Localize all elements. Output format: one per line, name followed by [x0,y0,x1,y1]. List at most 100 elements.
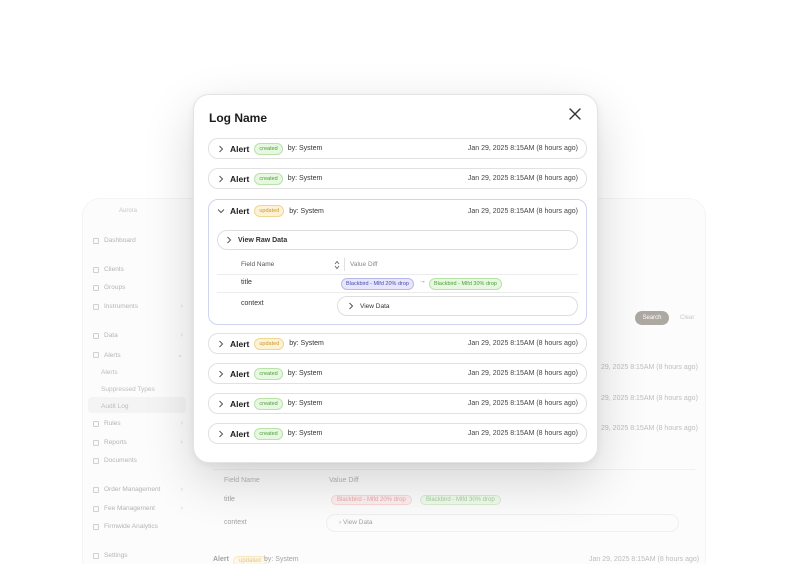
log-modal: Log Name Alert created by: System Jan 29… [193,94,598,463]
status-badge: updated [254,205,285,217]
row-title: Alert [230,206,250,216]
bg-row-badge: updated [233,556,267,564]
modal-title: Log Name [209,111,268,125]
bg-context-label: context [224,519,247,526]
row-timestamp: Jan 29, 2025 8:15AM (8 hours ago) [467,370,578,377]
log-row[interactable]: Alert created by: System Jan 29, 2025 8:… [208,168,587,189]
row-title: Alert [230,428,250,439]
bg-timestamp: 29, 2025 8:15AM (8 hours ago) [601,425,698,432]
bg-sub-alerts: Alerts [101,369,118,376]
sort-icon[interactable] [334,260,340,270]
bg-nav-groups: Groups [93,284,183,291]
row-timestamp: Jan 29, 2025 8:15AM (8 hours ago) [467,145,578,152]
bg-field-name-header: Field Name [224,477,260,484]
status-badge: created [254,367,283,380]
row-timestamp: Jan 29, 2025 8:15AM (8 hours ago) [467,340,578,347]
row-title: Alert [230,398,250,409]
view-raw-data-label: View Raw Data [238,236,288,244]
view-data-button[interactable]: View Data [337,296,578,316]
expanded-row-header[interactable]: Alert updated by: System Jan 29, 2025 8:… [209,200,586,222]
row-title: Alert [230,338,250,349]
bg-search-button: Search [635,311,669,325]
bg-timestamp: 29, 2025 8:15AM (8 hours ago) [601,364,698,371]
bg-row-title: Alert [213,556,229,563]
bg-nav-firmwide-analytics: Firmwide Analytics [93,523,183,530]
old-value-chip: Blackbird - Mlfd 20% drop [341,278,414,290]
status-badge: created [254,172,283,185]
bg-new-value-chip: Blackbird - Mlfd 30% drop [420,495,501,505]
close-icon [569,108,581,120]
row-timestamp: Jan 29, 2025 8:15AM (8 hours ago) [467,175,578,182]
status-badge: updated [254,337,285,350]
row-author: by: System [289,207,324,215]
row-author: by: System [287,175,323,182]
bg-sub-suppressed: Suppressed Types [101,386,155,393]
log-row[interactable]: Alert created by: System Jan 29, 2025 8:… [208,363,587,384]
row-title: Alert [230,368,250,379]
value-diff-header: Value Diff [350,261,378,268]
bg-nav-order-management: Order Management › [93,486,183,493]
bg-nav-settings: Settings [93,552,183,559]
new-value-chip: Blackbird - Mlfd 30% drop [429,278,502,290]
bg-old-value-chip: Blackbird - Mlfd 20% drop [331,495,412,505]
divider [217,292,578,293]
column-divider [344,258,345,271]
bg-sidebar: Aurora Dashboard Clients Groups Instrume… [83,199,193,564]
bg-title-label: title [224,496,235,503]
log-row[interactable]: Alert created by: System Jan 29, 2025 8:… [208,423,587,444]
bg-timestamp: Jan 29, 2025 8:15AM (8 hours ago) [589,556,700,563]
bg-clear-button: Clear [680,315,695,321]
bg-app-logo: Aurora [119,208,138,214]
bg-nav-clients: Clients [93,266,183,273]
expanded-log-row: Alert updated by: System Jan 29, 2025 8:… [208,199,587,325]
row-title: Alert [230,143,250,154]
bg-row-by: by: System [264,556,299,563]
chevron-right-icon [217,175,225,183]
log-row[interactable]: Alert updated by: System Jan 29, 2025 8:… [208,333,587,354]
field-title-label: title [241,279,252,286]
row-author: by: System [289,340,324,347]
bg-nav-alerts: Alerts ⌄ [93,351,183,359]
row-title: Alert [230,173,250,184]
chevron-right-icon [217,370,225,378]
row-author: by: System [287,145,323,152]
bg-nav-instruments: Instruments › [93,303,183,310]
bg-view-data-button: › View Data [326,514,679,532]
chevron-right-icon [225,236,233,244]
chevron-right-icon [217,145,225,153]
row-timestamp: Jan 29, 2025 8:15AM (8 hours ago) [467,207,578,215]
close-button[interactable] [567,106,583,122]
bg-nav-reports: Reports › [93,439,183,446]
status-badge: created [254,397,283,410]
bg-sub-audit-log: Audit Log [101,403,129,410]
chevron-right-icon [217,400,225,408]
bg-divider [213,469,695,470]
chevron-right-icon [217,430,225,438]
bg-timestamp: 29, 2025 8:15AM (8 hours ago) [601,395,698,402]
status-badge: created [254,142,283,155]
chevron-down-icon [217,207,225,215]
row-author: by: System [287,370,323,377]
arrow-right-icon: → [419,278,426,285]
bg-nav-documents: Documents [93,457,183,464]
bg-nav-fee-management: Fee Management › [93,505,183,512]
row-author: by: System [287,430,323,437]
view-raw-data-button[interactable]: View Raw Data [217,230,578,250]
view-data-label: View Data [360,302,390,310]
bg-nav-rules: Rules › [93,420,183,427]
log-row[interactable]: Alert created by: System Jan 29, 2025 8:… [208,138,587,159]
divider [217,274,578,275]
bg-nav-dashboard: Dashboard [93,237,183,244]
bg-value-diff-header: Value Diff [329,477,359,484]
log-row[interactable]: Alert created by: System Jan 29, 2025 8:… [208,393,587,414]
row-timestamp: Jan 29, 2025 8:15AM (8 hours ago) [467,430,578,437]
chevron-right-icon [347,302,355,310]
diff-table-header: Field Name Value Diff [217,256,578,274]
bg-nav-data: Data › [93,332,183,339]
field-context-label: context [241,300,264,307]
status-badge: created [254,427,283,440]
field-name-header: Field Name [241,261,275,268]
row-author: by: System [287,400,323,407]
row-timestamp: Jan 29, 2025 8:15AM (8 hours ago) [467,400,578,407]
chevron-right-icon [217,340,225,348]
